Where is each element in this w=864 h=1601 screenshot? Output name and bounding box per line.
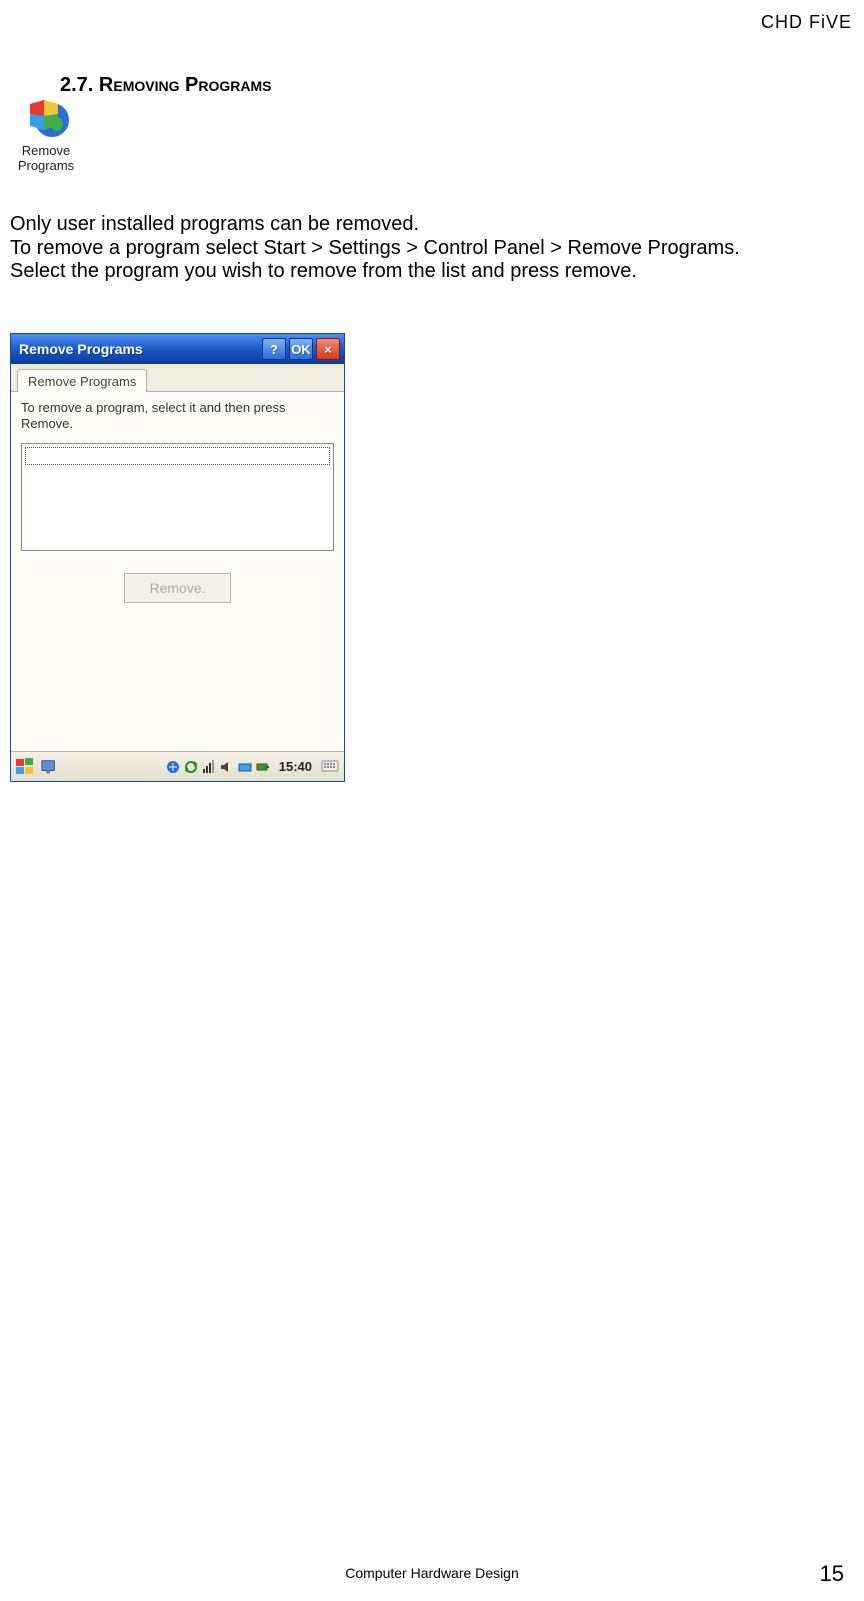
dialog-titlebar: Remove Programs ? OK × <box>11 334 344 364</box>
section-number: 2.7. <box>60 74 93 96</box>
card-icon[interactable] <box>237 759 253 775</box>
program-list-selection <box>25 447 330 465</box>
program-list[interactable] <box>21 443 334 551</box>
body-text: Only user installed programs can be remo… <box>10 213 844 284</box>
battery-icon[interactable] <box>255 759 271 775</box>
paragraph-3: Select the program you wish to remove fr… <box>10 260 844 284</box>
tab-remove-programs[interactable]: Remove Programs <box>17 369 147 392</box>
sync-icon[interactable] <box>183 759 199 775</box>
icon-caption-line1: Remove <box>10 144 82 159</box>
close-button[interactable]: × <box>316 338 340 360</box>
remove-button[interactable]: Remove. <box>124 573 230 603</box>
help-button[interactable]: ? <box>262 338 286 360</box>
page-header-brand: CHD FiVE <box>761 12 852 33</box>
taskbar: 15:40 <box>11 751 344 781</box>
paragraph-1: Only user installed programs can be remo… <box>10 213 844 237</box>
footer-center: Computer Hardware Design <box>0 1565 864 1581</box>
remove-programs-screenshot: Remove Programs ? OK × Remove Programs T… <box>10 333 345 782</box>
dialog-instruction: To remove a program, select it and then … <box>21 400 334 433</box>
system-tray <box>165 759 271 775</box>
close-icon: × <box>324 342 332 357</box>
section-heading: 2.7. Removing Programs <box>60 74 272 97</box>
page-number: 15 <box>820 1561 844 1587</box>
remove-programs-icon-block: Remove Programs <box>10 94 82 174</box>
signal-icon[interactable] <box>201 759 217 775</box>
remove-programs-globe-icon <box>22 94 70 142</box>
volume-icon[interactable] <box>219 759 235 775</box>
tabstrip: Remove Programs <box>11 364 344 392</box>
section-title: Removing Programs <box>99 74 272 96</box>
desktop-icon[interactable] <box>39 757 59 777</box>
dialog-client-area: To remove a program, select it and then … <box>11 392 344 751</box>
taskbar-clock[interactable]: 15:40 <box>275 759 316 774</box>
start-icon[interactable] <box>15 757 35 777</box>
sip-icon[interactable] <box>320 757 340 777</box>
network-icon[interactable] <box>165 759 181 775</box>
dialog-title: Remove Programs <box>19 341 259 357</box>
paragraph-2: To remove a program select Start > Setti… <box>10 237 844 261</box>
icon-caption: Remove Programs <box>10 144 82 174</box>
ok-button[interactable]: OK <box>289 338 313 360</box>
icon-caption-line2: Programs <box>10 159 82 174</box>
